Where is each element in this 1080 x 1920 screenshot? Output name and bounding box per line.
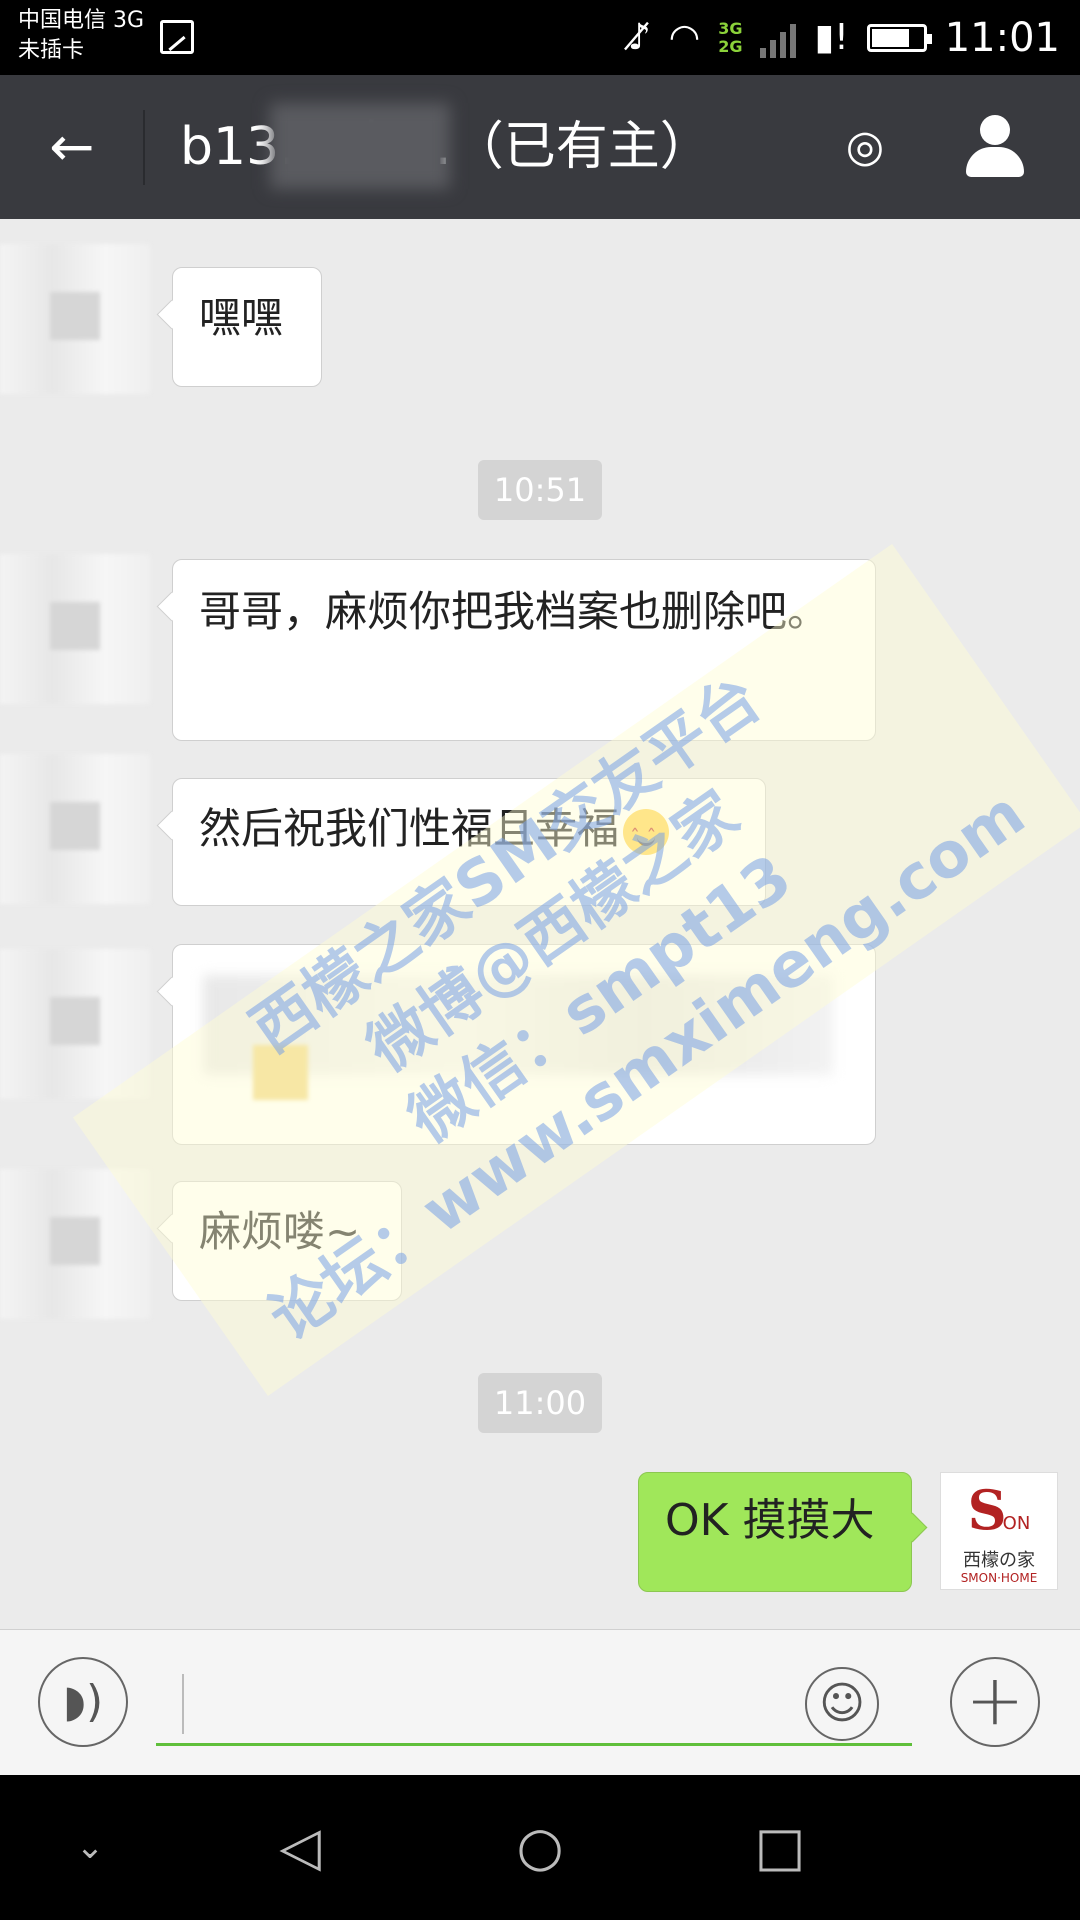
back-arrow-icon[interactable]: ← xyxy=(40,115,104,179)
my-avatar[interactable]: SON 西檬の家 SMON·HOME xyxy=(940,1472,1058,1590)
status-bar: 中国电信 3G 未插卡 ♪̸ ◠ 3G 2G ▮! 11:01 xyxy=(0,0,1080,75)
sim-alert-icon: ▮! xyxy=(814,16,849,58)
logo-on: ON xyxy=(1002,1513,1031,1534)
timestamp: 11:00 xyxy=(478,1373,602,1433)
clock: 11:01 xyxy=(944,14,1060,61)
contact-profile-icon[interactable] xyxy=(960,113,1030,183)
text-caret xyxy=(182,1674,184,1734)
message-input[interactable] xyxy=(156,1660,912,1746)
contact-avatar[interactable] xyxy=(0,1169,150,1319)
received-message[interactable]: 然后祝我们性福且幸福 xyxy=(172,778,766,906)
network-2g-label: 2G xyxy=(718,36,743,56)
network-3g-label: 3G xyxy=(718,18,743,38)
contact-avatar[interactable] xyxy=(0,244,150,394)
more-actions-plus-icon[interactable]: + xyxy=(950,1657,1040,1747)
sent-message[interactable]: OK 摸摸大 xyxy=(638,1472,912,1592)
message-list[interactable]: 嘿嘿 10:51 哥哥，麻烦你把我档案也删除吧。 然后祝我们性福且幸福 麻烦喽~… xyxy=(0,219,1080,1629)
sim-status: 未插卡 xyxy=(18,38,85,63)
redacted-emoji-blur xyxy=(253,1045,308,1100)
battery-icon xyxy=(866,23,932,52)
message-text: OK 摸摸大 xyxy=(665,1495,875,1546)
message-text: 然后祝我们性福且幸福 xyxy=(199,804,620,853)
contact-avatar[interactable] xyxy=(0,949,150,1099)
voice-input-icon[interactable]: ◗) xyxy=(38,1657,128,1747)
logo-chinese: 西檬の家 xyxy=(963,1550,1035,1571)
system-nav-bar: ⌄ ◁ ○ □ xyxy=(0,1775,1080,1920)
message-text: 哥哥，麻烦你把我档案也删除吧。 xyxy=(199,587,830,636)
signal-icon xyxy=(760,18,797,58)
status-icons: ♪̸ ◠ 3G 2G ▮! 11:01 xyxy=(628,0,1060,75)
network-type: 3G 2G xyxy=(718,18,743,56)
carrier-name: 中国电信 3G xyxy=(18,8,145,33)
smiling-face-emoji-icon xyxy=(623,808,670,865)
received-message[interactable]: 嘿嘿 xyxy=(172,267,322,387)
received-message-redacted[interactable] xyxy=(172,944,876,1145)
contact-avatar[interactable] xyxy=(0,554,150,704)
message-text: 嘿嘿 xyxy=(199,293,284,342)
nav-home-icon[interactable]: ○ xyxy=(500,1815,580,1879)
logo-mark: S xyxy=(967,1478,1007,1542)
redacted-name-blur xyxy=(270,103,450,189)
hide-navbar-chevron-icon[interactable]: ⌄ xyxy=(50,1815,130,1879)
mute-icon: ♪̸ xyxy=(627,16,651,58)
nav-recents-icon[interactable]: □ xyxy=(740,1815,820,1879)
timestamp: 10:51 xyxy=(478,460,602,520)
nav-back-icon[interactable]: ◁ xyxy=(260,1815,340,1879)
input-bar: ◗) ☺ + xyxy=(0,1629,1080,1776)
gallery-notification-icon xyxy=(160,20,194,54)
emoji-icon[interactable]: ☺ xyxy=(805,1667,879,1741)
carrier-info: 中国电信 3G 未插卡 xyxy=(18,6,144,66)
message-text: 麻烦喽~ xyxy=(199,1207,361,1256)
logo-english: SMON·HOME xyxy=(960,1571,1038,1585)
contact-avatar[interactable] xyxy=(0,754,150,904)
received-message[interactable]: 哥哥，麻烦你把我档案也删除吧。 xyxy=(172,559,876,741)
wifi-icon: ◠ xyxy=(668,16,701,58)
header-divider xyxy=(143,110,145,185)
chat-header: ← b13… 女…（已有主） ◎ xyxy=(0,75,1080,219)
received-message[interactable]: 麻烦喽~ xyxy=(172,1181,402,1301)
earpiece-mode-icon[interactable]: ◎ xyxy=(835,115,895,179)
